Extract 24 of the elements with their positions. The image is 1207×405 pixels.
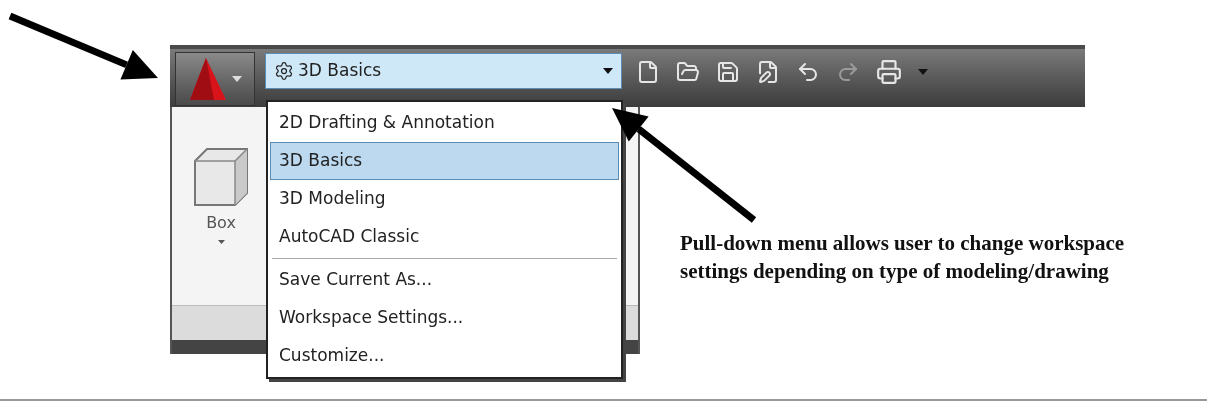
caret-icon	[217, 239, 225, 245]
annotation-caption: Pull-down menu allows user to change workspace settings depending on type of modeling/drawing	[680, 230, 1126, 285]
save-icon[interactable]	[716, 60, 740, 84]
new-file-icon[interactable]	[636, 60, 660, 84]
gear-icon	[274, 61, 294, 81]
save-as-icon[interactable]	[756, 60, 780, 84]
menu-item[interactable]: 2D Drafting & Annotation	[270, 104, 619, 142]
menu-item[interactable]: AutoCAD Classic	[270, 218, 619, 256]
print-icon[interactable]	[876, 59, 902, 85]
undo-icon[interactable]	[796, 60, 820, 84]
menu-item[interactable]: Customize...	[270, 337, 619, 375]
app-logo-icon	[188, 56, 228, 102]
menu-item[interactable]: 3D Modeling	[270, 180, 619, 218]
workspace-switcher[interactable]: 3D Basics	[265, 53, 622, 89]
menu-item[interactable]: Workspace Settings...	[270, 299, 619, 337]
box-tool-button[interactable]: Box	[190, 147, 252, 245]
cube-icon	[193, 147, 249, 207]
caret-icon	[232, 76, 242, 82]
menu-item[interactable]: Save Current As...	[270, 261, 619, 299]
application-menu-button[interactable]	[175, 52, 255, 106]
open-folder-icon[interactable]	[676, 60, 700, 84]
customize-caret-icon	[918, 69, 928, 75]
redo-icon[interactable]	[836, 60, 860, 84]
menu-item[interactable]: 3D Basics	[270, 142, 619, 180]
